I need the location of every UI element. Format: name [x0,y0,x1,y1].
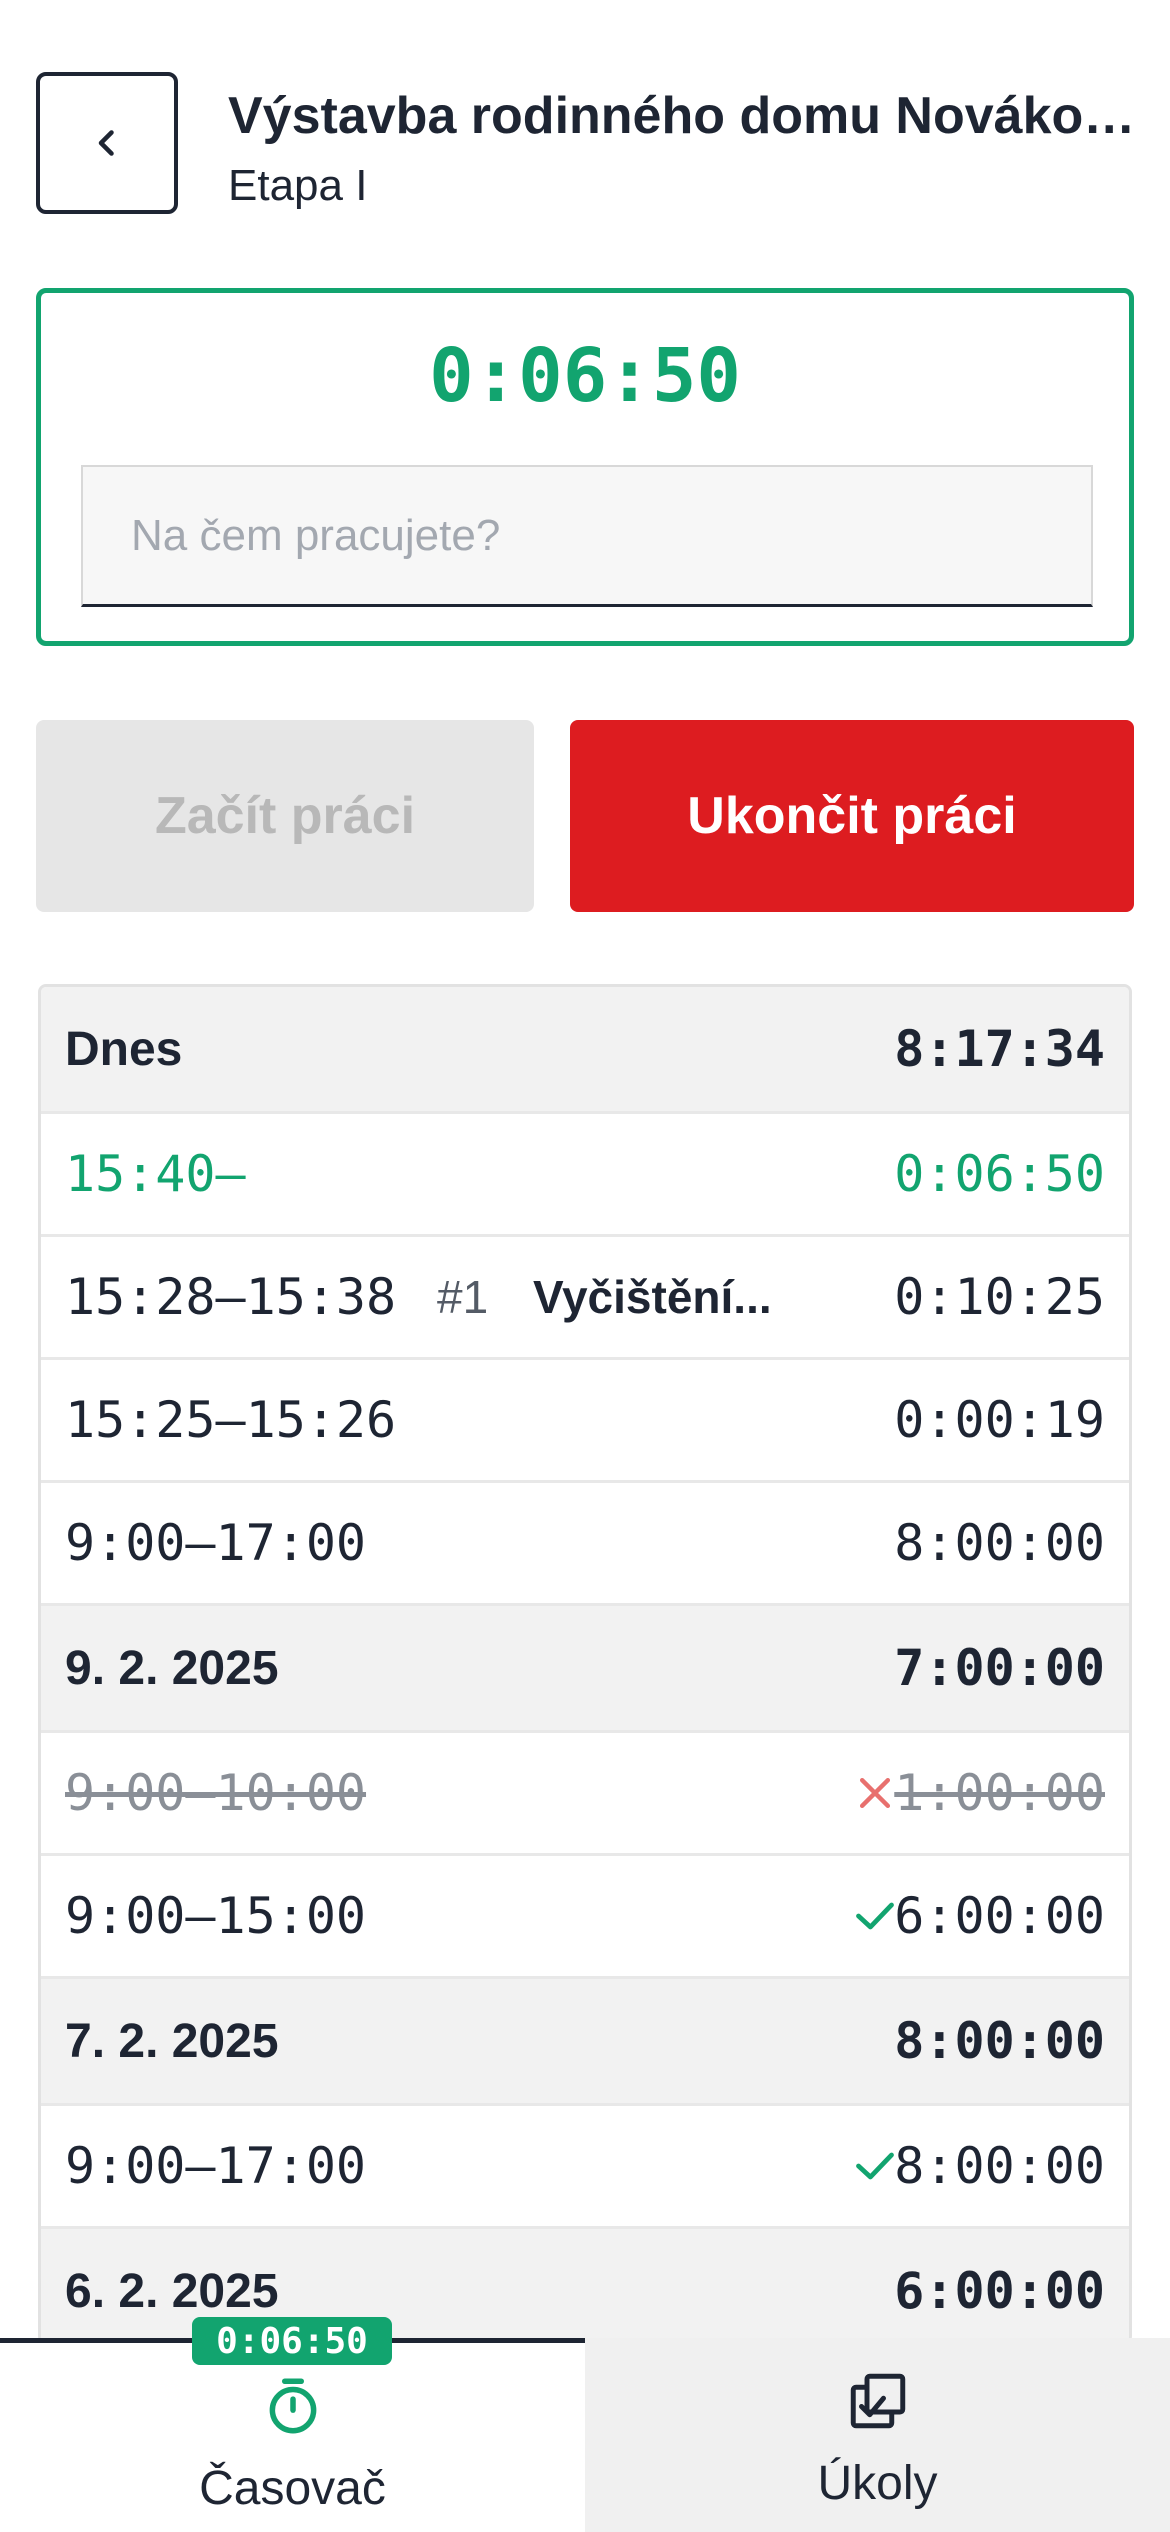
entry-time-range: 15:25–15:26 [65,1391,397,1449]
timer-display: 0:06:50 [429,333,741,419]
day-total: 6:00:00 [894,2262,1105,2320]
day-label: 7. 2. 2025 [65,2014,279,2068]
stopwatch-icon [269,2378,316,2434]
entry-duration: 8:00:00 [894,2137,1105,2195]
entry-time-range: 15:28–15:38 [65,1268,397,1326]
time-entry-row[interactable]: 9:00–10:00 1:00:00 [41,1733,1129,1856]
time-entry-row[interactable]: 15:25–15:26 0:00:19 [41,1360,1129,1483]
day-total: 7:00:00 [894,1639,1105,1697]
day-label: 9. 2. 2025 [65,1641,279,1695]
header: Výstavba rodinného domu Novákových Etapa… [0,0,1170,260]
stop-work-button[interactable]: Ukončit práci [570,720,1134,912]
day-group-header: 9. 2. 2025 7:00:00 [41,1606,1129,1733]
tab-tasks-label: Úkoly [817,2457,938,2510]
check-icon [856,2152,894,2180]
day-group-header: 7. 2. 2025 8:00:00 [41,1979,1129,2106]
entry-duration: 8:00:00 [894,1514,1105,1572]
running-timer-badge: 0:06:50 [192,2317,392,2365]
close-icon [859,1777,891,1809]
task-description-input[interactable] [81,465,1093,607]
day-total: 8:00:00 [894,2012,1105,2070]
entry-task-name: Vyčištění... [533,1271,772,1323]
tasks-icon [850,2373,905,2429]
tab-timer-label: Časovač [199,2462,386,2515]
entry-task-number: #1 [437,1271,489,1323]
tab-tasks[interactable]: Úkoly [585,2338,1170,2532]
timer-card: 0:06:50 [36,288,1134,646]
start-work-button[interactable]: Začít práci [36,720,534,912]
entry-duration: 1:00:00 [894,1764,1105,1822]
entry-time-range: 9:00–17:00 [65,2137,367,2195]
entry-duration: 6:00:00 [894,1887,1105,1945]
time-entry-row[interactable]: 15:28–15:38 #1 Vyčištění... 0:10:25 [41,1237,1129,1360]
entry-time-range: 9:00–10:00 [65,1764,367,1822]
project-subtitle: Etapa I [228,161,368,210]
time-entry-row[interactable]: 15:40– 0:06:50 [41,1114,1129,1237]
back-button[interactable] [36,72,178,214]
entry-time-range: 9:00–17:00 [65,1514,367,1572]
entry-duration: 0:06:50 [894,1145,1105,1203]
day-label: 6. 2. 2025 [65,2264,279,2318]
bottom-navigation: 0:06:50 Časovač Úkoly [0,2317,1170,2532]
day-label: Dnes [65,1022,183,1076]
project-title: Výstavba rodinného domu Novákových [228,87,1138,145]
check-icon [856,1902,894,1930]
chevron-left-icon [98,130,114,156]
time-entry-row[interactable]: 9:00–15:00 6:00:00 [41,1856,1129,1979]
tab-timer[interactable]: 0:06:50 Časovač [0,2317,585,2532]
day-group-header: Dnes 8:17:34 [41,987,1129,1114]
entry-duration: 0:00:19 [894,1391,1105,1449]
entry-time-range: 9:00–15:00 [65,1887,367,1945]
entry-time-range: 15:40– [65,1145,246,1203]
time-entry-row[interactable]: 9:00–17:00 8:00:00 [41,2106,1129,2229]
day-total: 8:17:34 [894,1020,1105,1078]
time-entry-row[interactable]: 9:00–17:00 8:00:00 [41,1483,1129,1606]
time-entries-list: Dnes 8:17:34 15:40– 0:06:50 15:28–15:38 … [38,984,1132,2344]
entry-duration: 0:10:25 [894,1268,1105,1326]
